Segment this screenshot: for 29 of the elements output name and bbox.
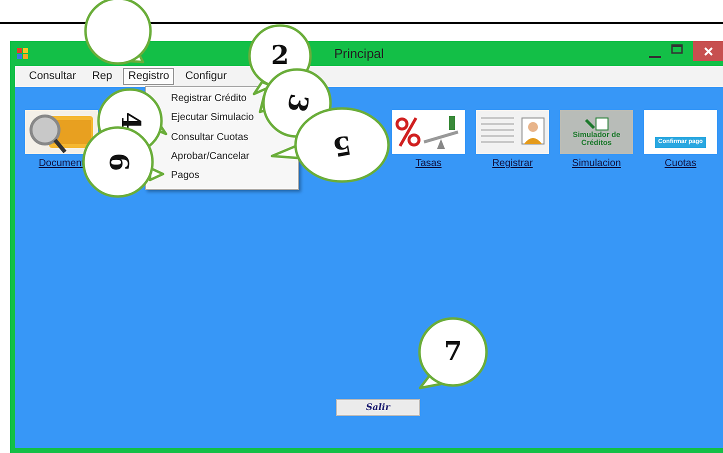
callout-number: 5: [330, 130, 354, 160]
callout-number: 6: [104, 152, 132, 172]
callout-number: 3: [282, 92, 312, 114]
shortcut-link[interactable]: Cuotas: [664, 158, 696, 169]
shortcut-link[interactable]: Tasas: [415, 158, 442, 169]
form-thumbnail-icon: [476, 110, 549, 154]
maximize-icon[interactable]: [671, 44, 683, 54]
folder-magnifier-icon: [25, 110, 98, 154]
close-icon: [704, 46, 712, 56]
callout-number: 7: [444, 338, 462, 366]
dropdown-item[interactable]: Ejecutar Simulacio: [171, 111, 254, 125]
menu-item[interactable]: Consultar: [24, 68, 82, 85]
close-button[interactable]: [693, 41, 723, 61]
menu-item[interactable]: Configur: [180, 68, 232, 85]
window-title: Principal: [334, 46, 384, 61]
exit-button[interactable]: Salir: [336, 399, 420, 416]
percent-seesaw-icon: [392, 110, 465, 154]
calculator-icon: [584, 116, 610, 131]
callout-number: 2: [270, 42, 290, 70]
app-icon: [17, 48, 29, 60]
dropdown-item[interactable]: Consultar Cuotas: [171, 130, 248, 144]
menu-item[interactable]: Registro: [123, 68, 174, 85]
dropdown-item[interactable]: Pagos: [171, 169, 200, 182]
menu-item[interactable]: Rep: [87, 68, 118, 85]
dropdown-item[interactable]: Aprobar/Cancelar: [171, 150, 250, 164]
callout-number: 4: [116, 112, 144, 130]
shortcut-link[interactable]: Registrar: [492, 158, 533, 169]
shortcut-link[interactable]: Simulacion: [572, 158, 621, 169]
dropdown-item[interactable]: Registrar Crédito: [171, 92, 247, 106]
